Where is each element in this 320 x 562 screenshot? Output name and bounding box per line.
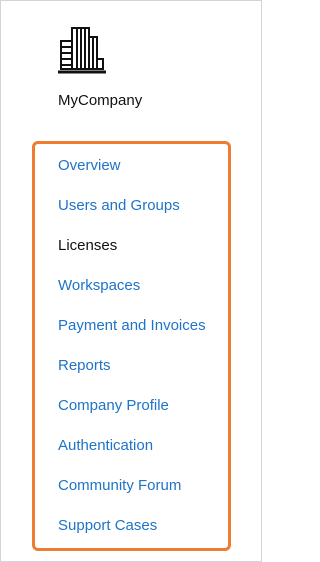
nav-item-support-cases[interactable]: Support Cases [58, 516, 157, 536]
nav-item-overview[interactable]: Overview [58, 156, 121, 176]
nav-item-workspaces[interactable]: Workspaces [58, 276, 140, 296]
nav-item-payment-and-invoices[interactable]: Payment and Invoices [58, 316, 206, 336]
account-sidebar: MyCompany Overview Users and Groups Lice… [0, 0, 262, 562]
nav-item-company-profile[interactable]: Company Profile [58, 396, 169, 416]
nav-item-community-forum[interactable]: Community Forum [58, 476, 181, 496]
nav-item-reports[interactable]: Reports [58, 356, 111, 376]
nav-item-licenses[interactable]: Licenses [58, 236, 117, 256]
nav-item-users-and-groups[interactable]: Users and Groups [58, 196, 180, 216]
account-nav: Overview Users and Groups Licenses Works… [32, 141, 231, 551]
company-name: MyCompany [58, 92, 143, 109]
nav-item-authentication[interactable]: Authentication [58, 436, 153, 456]
building-icon [58, 27, 106, 74]
